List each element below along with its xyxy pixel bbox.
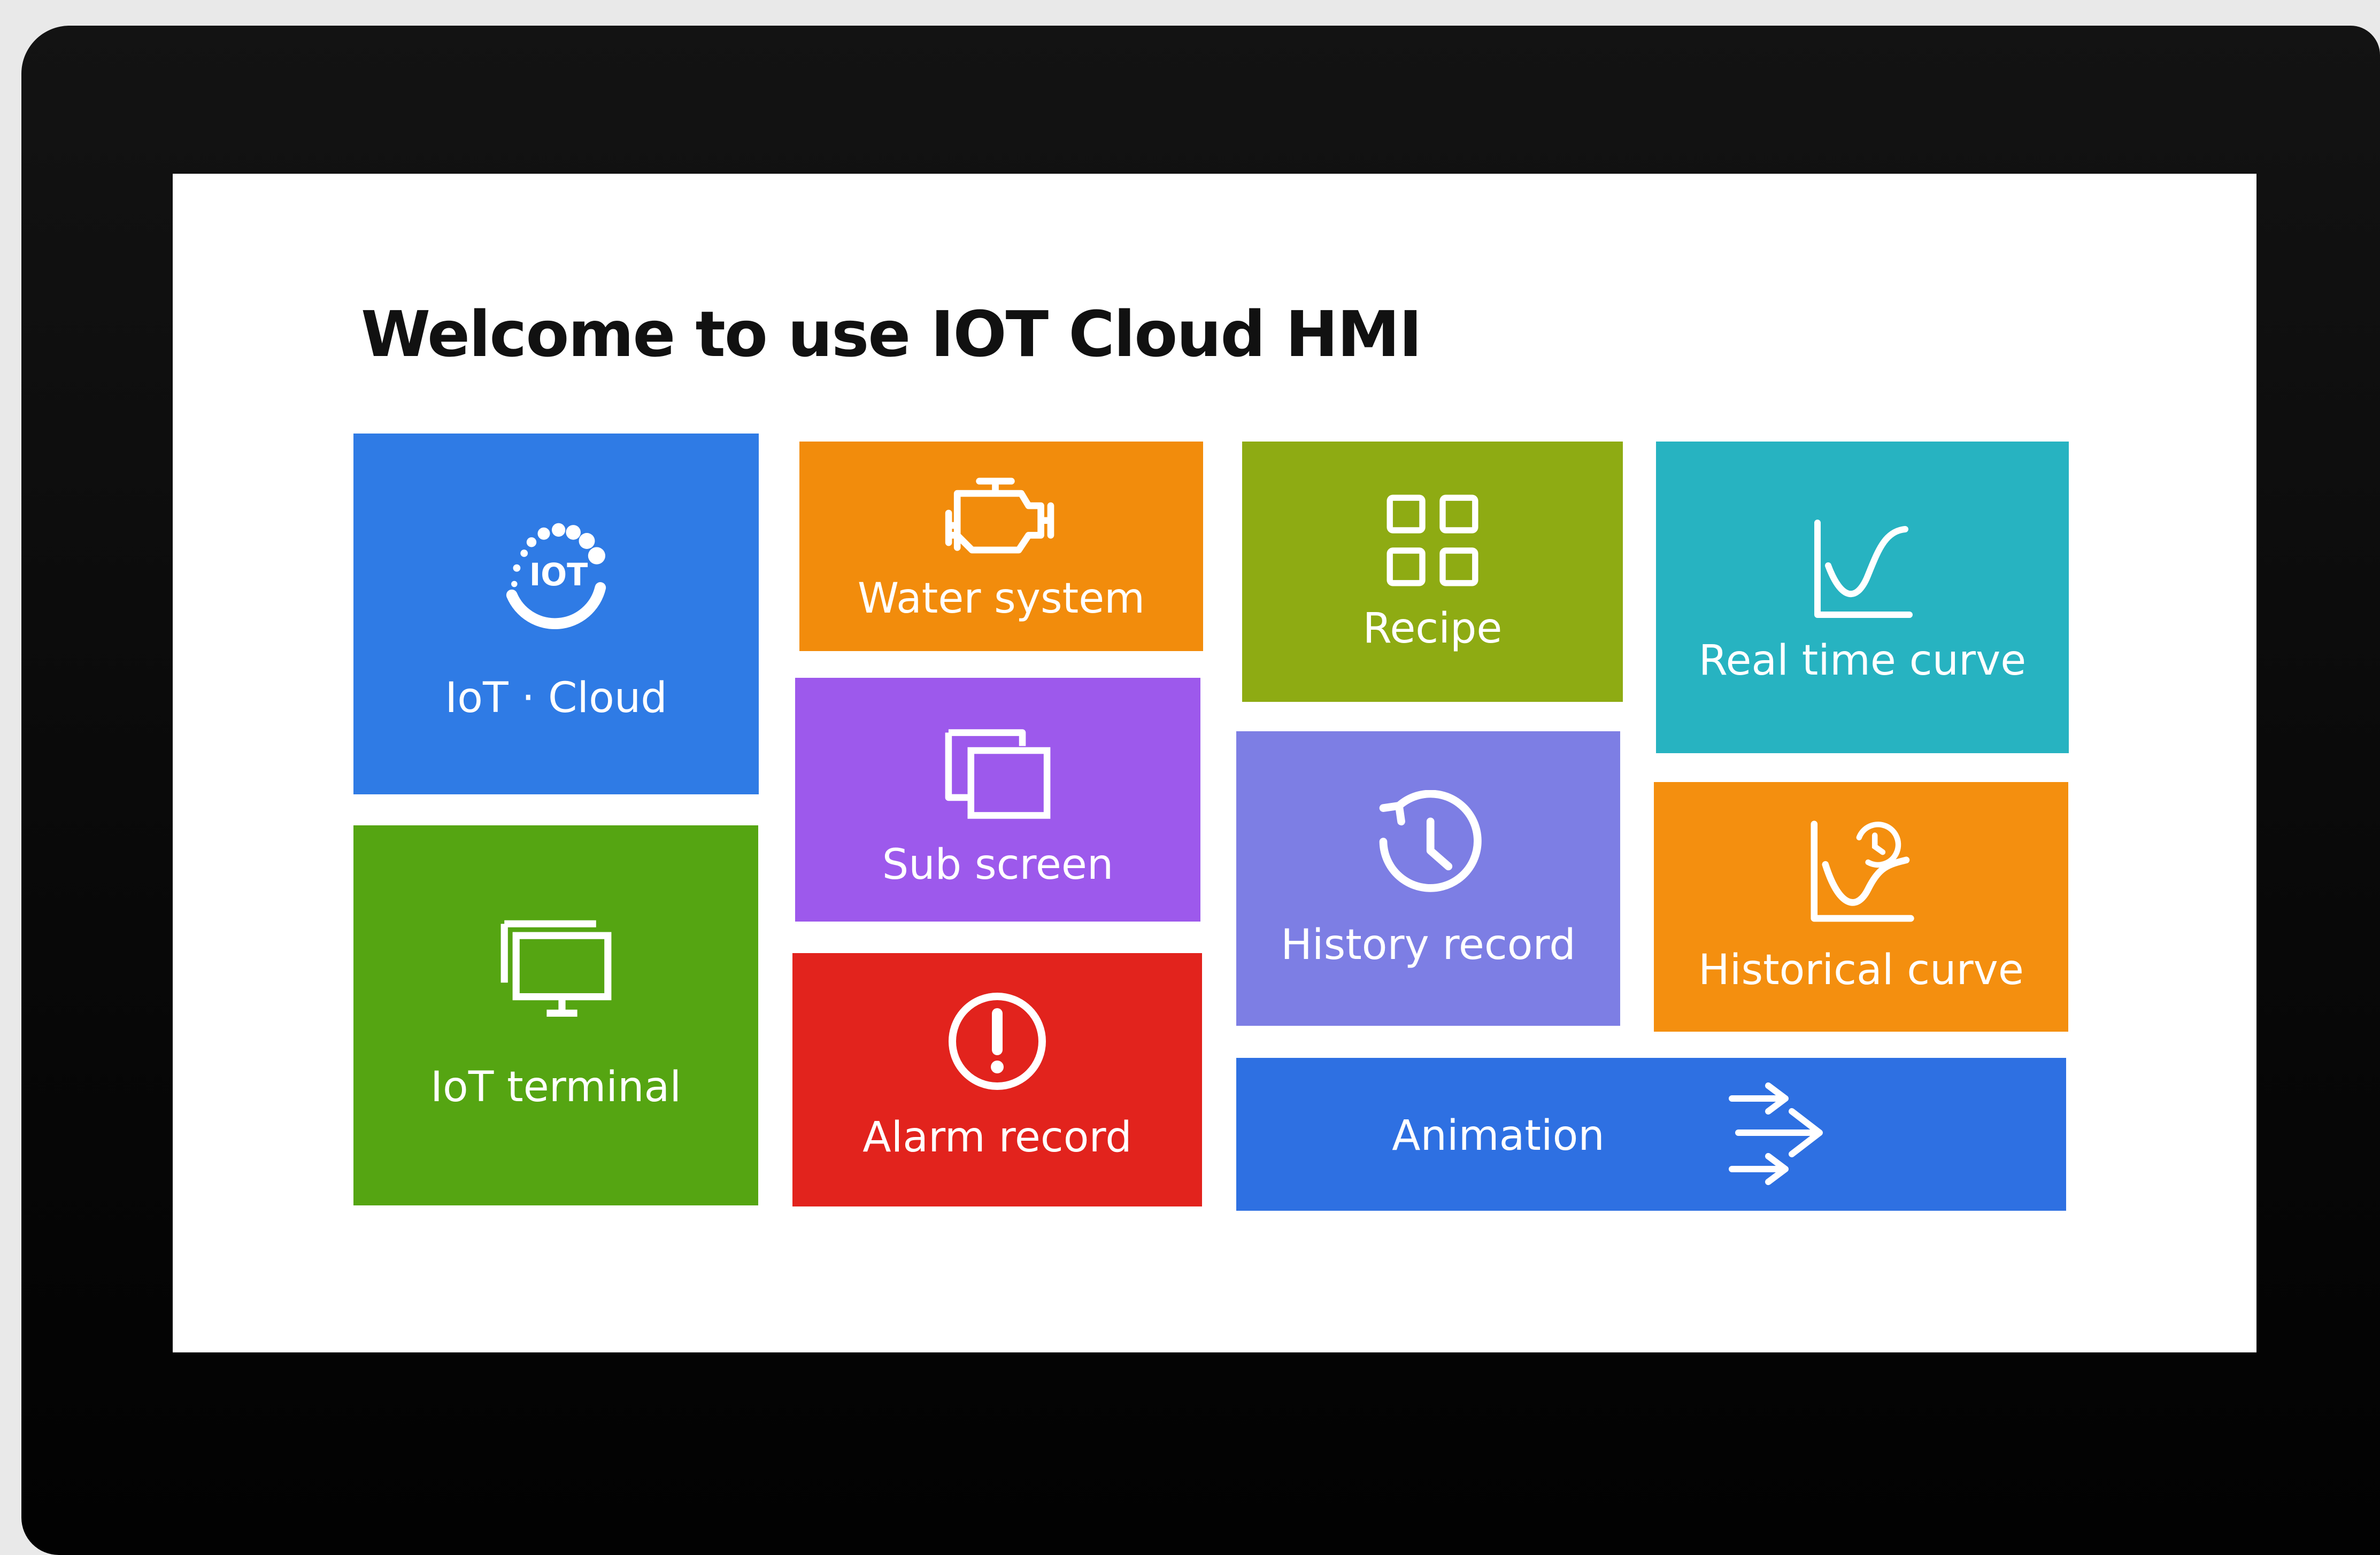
tile-label: Water system [857, 575, 1145, 623]
tile-sub-screen[interactable]: Sub screen [795, 678, 1200, 922]
tile-iot-cloud[interactable]: IOT IoT · Cloud [353, 434, 759, 794]
tile-recipe[interactable]: Recipe [1242, 442, 1623, 702]
tile-historical-curve[interactable]: Historical curve [1654, 782, 2068, 1032]
tile-label: Historical curve [1698, 946, 2024, 994]
engine-icon [945, 477, 1054, 554]
tile-label: Alarm record [862, 1113, 1132, 1162]
history-chart-icon [1811, 821, 1914, 922]
alert-icon [949, 993, 1046, 1090]
tile-label: Animation [1392, 1112, 1605, 1160]
tile-label: Recipe [1362, 605, 1503, 653]
line-chart-icon [1814, 520, 1913, 618]
tile-real-time-curve[interactable]: Real time curve [1656, 442, 2069, 753]
tile-alarm-record[interactable]: Alarm record [792, 953, 1202, 1206]
grid-icon [1387, 494, 1478, 586]
tile-label: IoT · Cloud [445, 674, 667, 722]
windows-icon [945, 729, 1051, 819]
tile-label: History record [1281, 921, 1576, 969]
monitor-icon [500, 920, 611, 1017]
page-title: Welcome to use IOT Cloud HMI [361, 297, 1422, 371]
hmi-screen: Welcome to use IOT Cloud HMI IOT IoT · C… [173, 174, 2256, 1352]
tile-animation[interactable]: Animation [1236, 1058, 2066, 1211]
tile-label: IoT terminal [430, 1063, 681, 1111]
iot-logo-text: IOT [529, 557, 588, 593]
tile-label: Real time curve [1698, 637, 2027, 685]
tile-history-record[interactable]: History record [1236, 731, 1620, 1026]
iot-cloud-logo-icon: IOT [506, 523, 606, 629]
tile-water-system[interactable]: Water system [799, 442, 1203, 651]
arrows-right-icon [1729, 1082, 1823, 1185]
tile-iot-terminal[interactable]: IoT terminal [353, 825, 758, 1205]
tile-label: Sub screen [882, 841, 1114, 889]
history-clock-icon [1379, 790, 1482, 892]
